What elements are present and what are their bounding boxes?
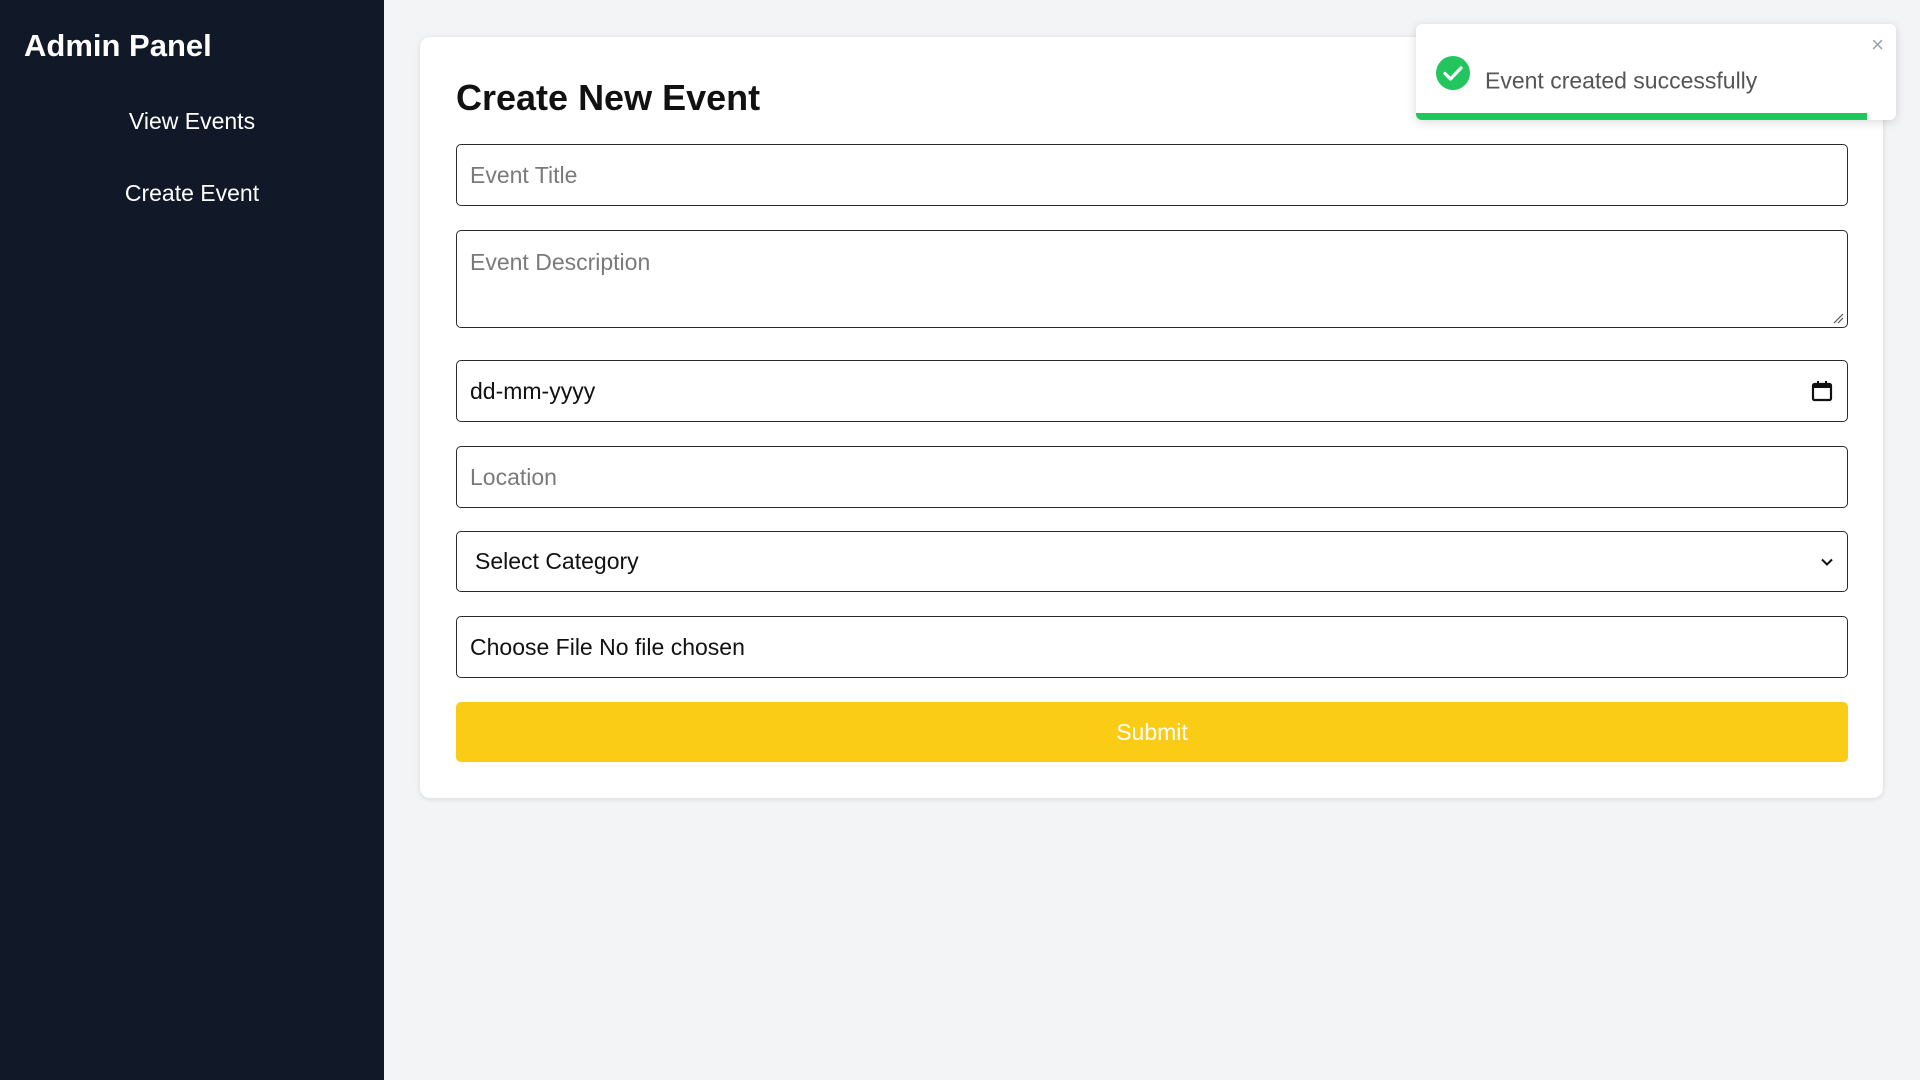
event-date-input[interactable]: dd-mm-yyyy — [456, 360, 1848, 422]
calendar-icon[interactable] — [1811, 380, 1833, 402]
event-title-placeholder: Event Title — [470, 161, 578, 188]
location-placeholder: Location — [470, 463, 557, 490]
success-toast: Event created successfully × — [1416, 24, 1896, 120]
file-upload-text: Choose File No file chosen — [470, 633, 745, 660]
submit-button[interactable]: Submit — [456, 702, 1848, 762]
resize-handle-icon[interactable] — [1832, 312, 1844, 324]
location-input[interactable]: Location — [456, 446, 1848, 508]
create-event-card: Create New Event Event Title Event Descr… — [420, 37, 1883, 798]
sidebar-item-view-events[interactable]: View Events — [0, 108, 384, 135]
event-description-placeholder: Event Description — [470, 249, 651, 275]
category-select[interactable]: Select Category — [456, 531, 1848, 592]
check-circle-icon — [1436, 56, 1470, 90]
event-date-value: dd-mm-yyyy — [470, 377, 596, 404]
page-title: Create New Event — [456, 77, 761, 118]
category-selected-value: Select Category — [475, 548, 639, 574]
toast-message: Event created successfully — [1485, 67, 1758, 94]
sidebar-title: Admin Panel — [24, 28, 212, 63]
chevron-down-icon — [1821, 558, 1833, 566]
sidebar: Admin Panel View Events Create Event — [0, 0, 384, 1080]
event-description-textarea[interactable]: Event Description — [456, 230, 1848, 328]
file-upload-input[interactable]: Choose File No file chosen — [456, 616, 1848, 678]
sidebar-item-create-event[interactable]: Create Event — [0, 180, 384, 207]
close-icon[interactable]: × — [1871, 34, 1884, 56]
event-title-input[interactable]: Event Title — [456, 144, 1848, 206]
toast-progress-bar — [1416, 113, 1868, 120]
